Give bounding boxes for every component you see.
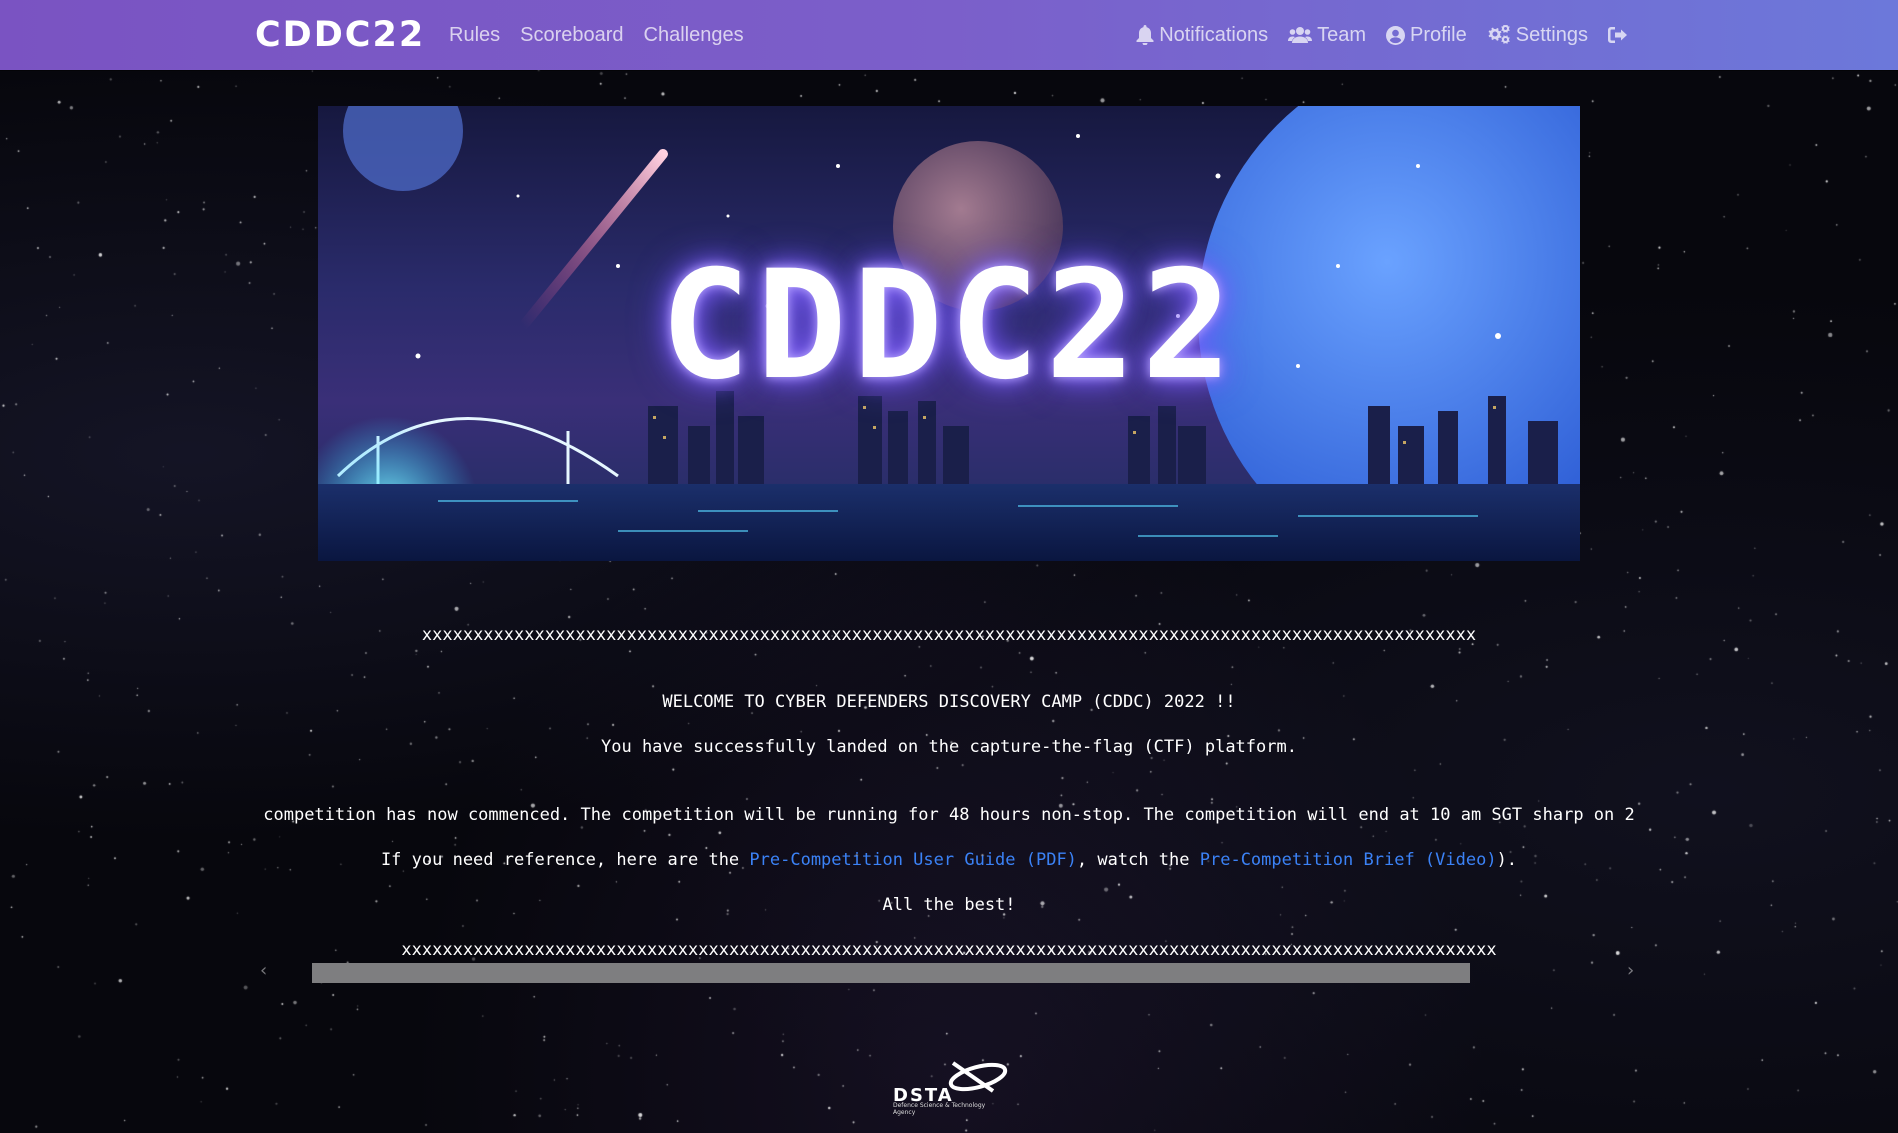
- reference-middle: , watch the: [1076, 850, 1200, 870]
- nav-notifications-link[interactable]: Notifications: [1136, 24, 1268, 47]
- nav-settings-label: Settings: [1515, 23, 1588, 46]
- bell-icon: [1136, 25, 1154, 45]
- nav-rules-link[interactable]: Rules: [449, 24, 500, 47]
- sign-out-icon: [1608, 27, 1627, 43]
- nav-profile-label: Profile: [1410, 23, 1467, 46]
- competition-info: competition has now commenced. The compe…: [263, 805, 1635, 825]
- reference-line: If you need reference, here are the Pre-…: [0, 850, 1898, 870]
- scroll-right-arrow[interactable]: ›: [1627, 960, 1634, 981]
- divider-top: xxxxxxxxxxxxxxxxxxxxxxxxxxxxxxxxxxxxxxxx…: [421, 625, 1477, 645]
- nav-left-links: Rules Scoreboard Challenges: [449, 0, 744, 70]
- all-the-best-text: All the best!: [882, 895, 1016, 915]
- top-navbar: CDDC22 Rules Scoreboard Challenges Notif…: [0, 0, 1898, 70]
- dsta-logo-subtitle: Defence Science & Technology Agency: [893, 1102, 986, 1116]
- nav-right-links: Notifications Team Profile Settings: [1136, 0, 1628, 70]
- user-circle-icon: [1386, 25, 1406, 45]
- scroll-left-arrow[interactable]: ‹: [260, 960, 267, 981]
- reference-prefix: If you need reference, here are the: [380, 850, 750, 870]
- nav-team-link[interactable]: Team: [1288, 24, 1366, 47]
- nav-challenges-link[interactable]: Challenges: [644, 24, 744, 47]
- nav-notifications-label: Notifications: [1159, 23, 1269, 46]
- hero-banner-image: CDDC22: [318, 106, 1580, 561]
- horizontal-scrollbar-thumb[interactable]: [312, 963, 1470, 983]
- nav-logout-link[interactable]: [1608, 26, 1628, 44]
- nav-scoreboard-link[interactable]: Scoreboard: [520, 24, 623, 47]
- brand-logo[interactable]: CDDC22: [255, 13, 425, 57]
- divider-bottom: xxxxxxxxxxxxxxxxxxxxxxxxxxxxxxxxxxxxxxxx…: [401, 940, 1497, 960]
- user-guide-link[interactable]: Pre-Competition User Guide (PDF): [749, 850, 1077, 870]
- reference-suffix: ).: [1496, 850, 1518, 870]
- landed-text: You have successfully landed on the capt…: [601, 737, 1297, 757]
- gears-icon: [1488, 25, 1510, 44]
- welcome-heading: WELCOME TO CYBER DEFENDERS DISCOVERY CAM…: [662, 692, 1236, 712]
- banner-title: CDDC22: [660, 239, 1238, 413]
- nav-settings-link[interactable]: Settings: [1487, 24, 1588, 47]
- nav-team-label: Team: [1317, 23, 1367, 46]
- competition-brief-link[interactable]: Pre-Competition Brief (Video): [1200, 850, 1497, 870]
- users-icon: [1288, 27, 1313, 43]
- nav-profile-link[interactable]: Profile: [1386, 24, 1467, 47]
